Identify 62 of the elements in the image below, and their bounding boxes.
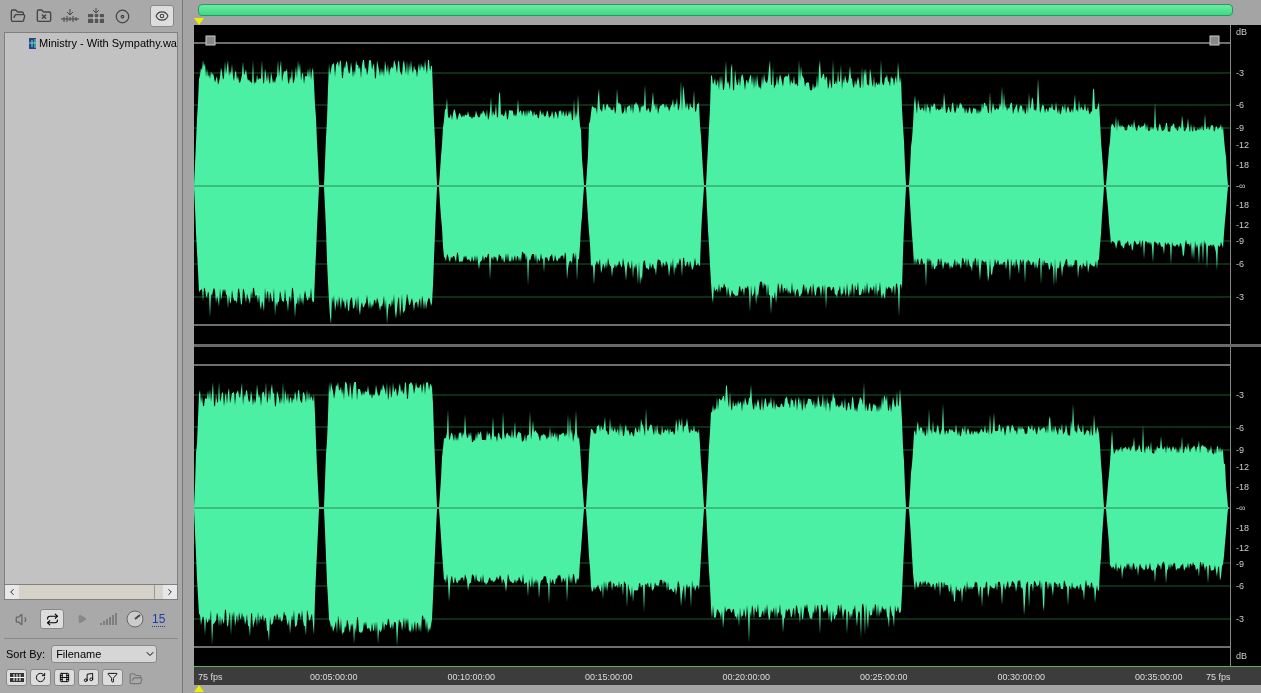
music-note-icon xyxy=(83,672,94,683)
ruler-label: 75 fps xyxy=(198,671,223,682)
db-scale-label: -9 xyxy=(1236,558,1244,569)
db-scale-label: -3 xyxy=(1236,291,1244,302)
volume-bars-icon xyxy=(100,613,118,625)
db-scale-label: -3 xyxy=(1236,613,1244,624)
fade-handle[interactable] xyxy=(1209,35,1220,46)
db-scale-label: -3 xyxy=(1236,389,1244,400)
db-scale-label: -18 xyxy=(1236,522,1249,533)
waveform-icon xyxy=(9,673,24,682)
end-marker-icon[interactable] xyxy=(194,684,204,692)
file-item[interactable]: Ministry - With Sympathy.wa xyxy=(29,37,177,49)
audio-filter-button[interactable] xyxy=(6,669,27,686)
volume-value[interactable]: 15 xyxy=(152,611,166,627)
ruler-label: 00:15:00:00 xyxy=(585,671,633,682)
db-scale-label: -9 xyxy=(1236,122,1244,133)
ruler-label: 00:30:00:00 xyxy=(997,671,1046,682)
db-scale-label: -6 xyxy=(1236,99,1244,110)
db-scale-label: -6 xyxy=(1236,580,1244,591)
ruler-label: 00:20:00:00 xyxy=(722,671,771,682)
loop-arrow-icon xyxy=(35,672,46,683)
db-scale-label: -18 xyxy=(1236,481,1249,492)
ruler-label: 75 fps xyxy=(1206,671,1231,682)
db-scale-label: -9 xyxy=(1236,235,1244,246)
ruler-label: 00:05:00:00 xyxy=(310,671,358,682)
horizontal-scrollbar[interactable] xyxy=(4,584,178,600)
insert-grid-icon[interactable] xyxy=(86,6,106,26)
waveform-panel[interactable]: dB -3 -6 -9 -12 -18 -∞ -18 -12 -9 -6 -3 -3 -6 -9 -12 -18 -∞ -18 -12 -9 -6 -3 dB xyxy=(194,24,1261,666)
db-scale-label: -18 xyxy=(1236,159,1249,170)
db-scale-label: dB xyxy=(1236,650,1247,661)
db-scale-label: -12 xyxy=(1236,219,1249,230)
ruler-label: 00:25:00:00 xyxy=(860,671,908,682)
sort-dropdown[interactable]: Filename xyxy=(51,645,158,663)
db-scale-label: dB xyxy=(1236,26,1247,37)
waveform-file-icon xyxy=(29,37,37,49)
db-scale-label: -9 xyxy=(1236,444,1244,455)
film-icon xyxy=(59,672,70,683)
db-scale-label: -6 xyxy=(1236,422,1244,433)
db-scale-label: -6 xyxy=(1236,258,1244,269)
loop-filter-button[interactable] xyxy=(30,669,51,686)
ruler-label: 00:35:00:00 xyxy=(1135,671,1183,682)
db-scale-label: -∞ xyxy=(1236,180,1246,191)
ruler-label: 00:10:00:00 xyxy=(447,671,496,682)
loop-button[interactable] xyxy=(40,609,64,629)
db-scale-label: -12 xyxy=(1236,461,1249,472)
music-filter-button[interactable] xyxy=(78,669,99,686)
db-scale-label: -3 xyxy=(1236,67,1244,78)
sort-label: Sort By: xyxy=(6,648,46,660)
db-scale-label: -18 xyxy=(1236,199,1249,210)
loop-icon xyxy=(45,612,59,626)
filter-view-button[interactable] xyxy=(102,669,123,686)
view-options-icon[interactable] xyxy=(150,5,174,27)
scroll-right-button[interactable] xyxy=(163,585,177,599)
scroll-left-button[interactable] xyxy=(5,585,19,599)
db-scale-label: -∞ xyxy=(1236,502,1246,513)
overview-bar[interactable] xyxy=(198,4,1233,16)
volume-knob-icon[interactable] xyxy=(126,610,144,628)
db-scale-label: -12 xyxy=(1236,542,1249,553)
db-scale-label: -12 xyxy=(1236,139,1249,150)
video-filter-button[interactable] xyxy=(54,669,75,686)
filter-icon xyxy=(107,672,118,683)
fade-handle[interactable] xyxy=(205,35,216,46)
